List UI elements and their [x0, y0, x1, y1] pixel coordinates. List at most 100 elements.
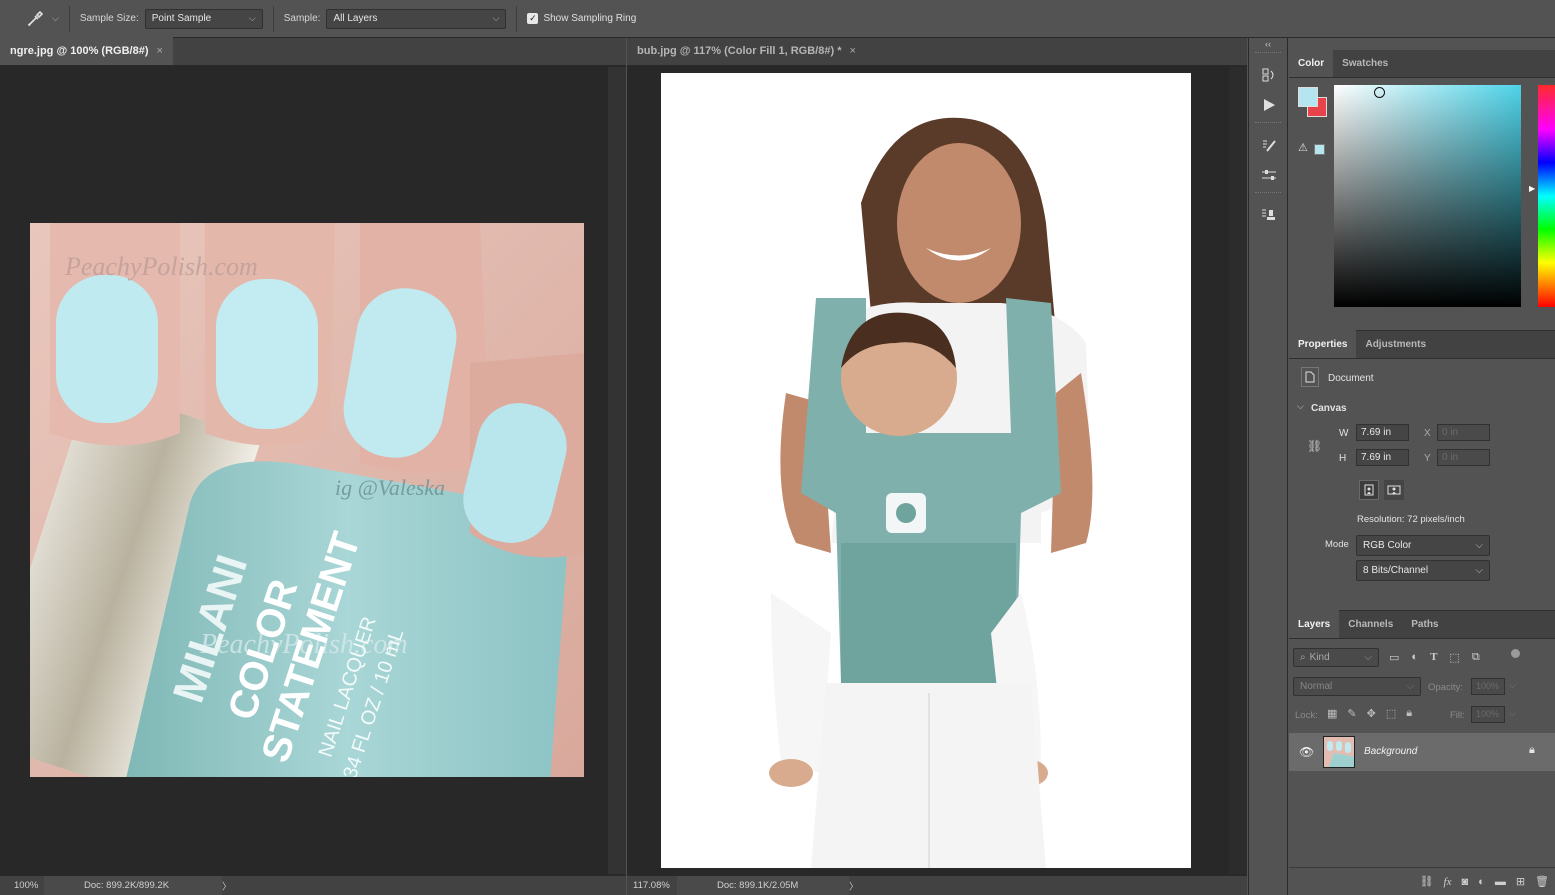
collapse-panels-icon[interactable]: ‹‹: [1249, 38, 1287, 50]
layer-row-background[interactable]: 👁︎ Background 🔒︎: [1289, 733, 1555, 771]
foreground-color-swatch[interactable]: [1298, 87, 1318, 107]
lock-all-icon[interactable]: 🔒︎: [1406, 707, 1412, 720]
adjustment-filter-icon[interactable]: ◐: [1411, 651, 1418, 664]
doc-size-info: Doc: 899.2K/899.2K: [44, 875, 222, 895]
height-label: H: [1339, 453, 1347, 464]
hue-slider-arrow-icon[interactable]: ▶: [1529, 184, 1535, 193]
delete-layer-trash-icon[interactable]: 🗑︎: [1535, 875, 1549, 888]
blend-mode-value: Normal: [1300, 681, 1333, 692]
filter-toggle-icon[interactable]: [1511, 649, 1520, 658]
history-icon[interactable]: [1249, 60, 1289, 90]
document-tab-bub[interactable]: bub.jpg @ 117% (Color Fill 1, RGB/8#) * …: [627, 37, 866, 65]
actions-play-icon[interactable]: [1249, 90, 1289, 120]
chevron-down-icon: ⌵: [1364, 652, 1372, 663]
lock-label: Lock:: [1295, 710, 1318, 721]
clone-source-icon[interactable]: [1249, 200, 1289, 230]
chevron-down-icon: ⌵: [1475, 565, 1483, 576]
color-panel: Color Swatches ⚠ ▶: [1289, 49, 1555, 330]
chevron-down-icon: ⌵: [248, 13, 256, 23]
sample-size-value: Point Sample: [151, 13, 212, 24]
brush-settings-icon[interactable]: [1249, 130, 1289, 160]
type-filter-icon[interactable]: T: [1430, 651, 1437, 664]
add-mask-icon[interactable]: ◙: [1462, 876, 1469, 888]
layer-name[interactable]: Background: [1364, 746, 1417, 757]
color-field[interactable]: [1334, 85, 1521, 307]
blend-mode-select[interactable]: Normal ⌵: [1293, 677, 1421, 696]
tab-channels[interactable]: Channels: [1339, 610, 1402, 638]
adjustment-sliders-icon[interactable]: [1249, 160, 1289, 190]
link-layers-icon[interactable]: ⛓: [1420, 875, 1434, 888]
tab-color[interactable]: Color: [1289, 49, 1334, 77]
zoom-level[interactable]: 117.08%: [627, 880, 677, 891]
chevron-right-icon[interactable]: 〉: [849, 879, 859, 893]
opacity-label: Opacity:: [1428, 682, 1463, 693]
bit-depth-value: 8 Bits/Channel: [1363, 565, 1429, 576]
mother-baby-carrier-photo: [661, 73, 1191, 868]
document-tab-title: bub.jpg @ 117% (Color Fill 1, RGB/8#) *: [637, 45, 842, 57]
layer-filter-kind-select[interactable]: ⌕ Kind ⌵: [1293, 648, 1379, 667]
fill-label: Fill:: [1450, 710, 1465, 721]
zoom-level[interactable]: 100%: [0, 880, 44, 891]
new-layer-icon[interactable]: ⊞: [1516, 875, 1525, 888]
sample-label: Sample:: [283, 13, 321, 24]
layer-lock-icon[interactable]: 🔒︎: [1529, 744, 1535, 757]
width-field[interactable]: 7.69 in: [1356, 424, 1409, 441]
new-adjustment-layer-icon[interactable]: ◐: [1478, 876, 1485, 888]
watermark-top: PeachyPolish.com: [64, 252, 258, 281]
fill-field[interactable]: 100%: [1471, 706, 1505, 723]
web-safe-color-swatch[interactable]: [1314, 144, 1325, 155]
chevron-down-icon[interactable]: ⌵: [1509, 680, 1516, 691]
vertical-scrollbar[interactable]: [608, 67, 626, 874]
color-picker-ring[interactable]: [1374, 87, 1385, 98]
new-group-folder-icon[interactable]: ▬: [1495, 876, 1506, 888]
layer-style-fx-icon[interactable]: fx: [1444, 876, 1452, 888]
tool-preset-chevron-down-icon[interactable]: ⌵: [52, 13, 59, 24]
color-mode-select[interactable]: RGB Color ⌵: [1356, 535, 1490, 556]
lock-position-icon[interactable]: ✥: [1367, 707, 1376, 720]
mode-label: Mode: [1325, 539, 1349, 550]
y-field[interactable]: 0 in: [1437, 449, 1490, 466]
canvas-area[interactable]: PeachyPolish.com ig @Valeska PeachyPolis…: [0, 67, 608, 874]
portrait-orientation-button[interactable]: [1359, 480, 1379, 500]
right-panel-dock: Color Swatches ⚠ ▶ Properties Adjustment…: [1289, 38, 1555, 895]
close-icon[interactable]: ×: [156, 45, 162, 57]
opacity-field[interactable]: 100%: [1471, 678, 1505, 695]
tab-properties[interactable]: Properties: [1289, 330, 1357, 358]
smart-object-filter-icon[interactable]: ⧉: [1472, 651, 1480, 664]
tab-adjustments[interactable]: Adjustments: [1356, 330, 1435, 358]
section-chevron-down-icon[interactable]: ⌵: [1297, 401, 1304, 412]
landscape-orientation-button[interactable]: [1384, 480, 1404, 500]
vertical-scrollbar[interactable]: [1229, 67, 1247, 874]
document-tab-ngre[interactable]: ngre.jpg @ 100% (RGB/8#) ×: [0, 37, 173, 65]
doc-size-info: Doc: 899.1K/2.05M: [677, 875, 849, 895]
sample-size-label: Sample Size:: [79, 13, 139, 24]
pixel-filter-icon[interactable]: ▭: [1389, 651, 1399, 664]
tab-layers[interactable]: Layers: [1289, 610, 1340, 638]
options-bar: ⌵ Sample Size: Point Sample ⌵ Sample: Al…: [0, 0, 1555, 38]
eyedropper-icon[interactable]: [24, 8, 46, 30]
shape-filter-icon[interactable]: ⬚: [1449, 651, 1459, 664]
document-window-right: bub.jpg @ 117% (Color Fill 1, RGB/8#) * …: [627, 38, 1247, 895]
chevron-down-icon: ⌵: [1475, 540, 1483, 551]
x-field[interactable]: 0 in: [1437, 424, 1490, 441]
watermark-mid: ig @Valeska: [335, 475, 445, 500]
height-field[interactable]: 7.69 in: [1356, 449, 1409, 466]
close-icon[interactable]: ×: [849, 45, 855, 57]
show-sampling-ring-checkbox[interactable]: ✓: [527, 13, 539, 24]
sample-size-select[interactable]: Point Sample ⌵: [144, 8, 263, 29]
artboard-nesting-icon[interactable]: ⬚: [1386, 707, 1396, 720]
tab-paths[interactable]: Paths: [1402, 610, 1447, 638]
sample-select[interactable]: All Layers ⌵: [326, 8, 507, 29]
panel-grip: [1255, 52, 1281, 58]
tab-swatches[interactable]: Swatches: [1333, 49, 1397, 77]
chevron-down-icon[interactable]: ⌵: [1509, 708, 1516, 719]
chevron-right-icon[interactable]: 〉: [222, 879, 232, 893]
canvas-area[interactable]: [627, 67, 1229, 874]
warning-triangle-icon[interactable]: ⚠: [1298, 141, 1308, 154]
hue-slider[interactable]: [1538, 85, 1555, 307]
lock-transparent-pixels-icon[interactable]: ▦: [1327, 707, 1337, 720]
link-chain-icon[interactable]: ⛓: [1307, 439, 1322, 453]
eye-visibility-icon[interactable]: 👁︎: [1299, 745, 1314, 759]
lock-image-pixels-icon[interactable]: ✎: [1347, 707, 1356, 720]
bit-depth-select[interactable]: 8 Bits/Channel ⌵: [1356, 560, 1490, 581]
